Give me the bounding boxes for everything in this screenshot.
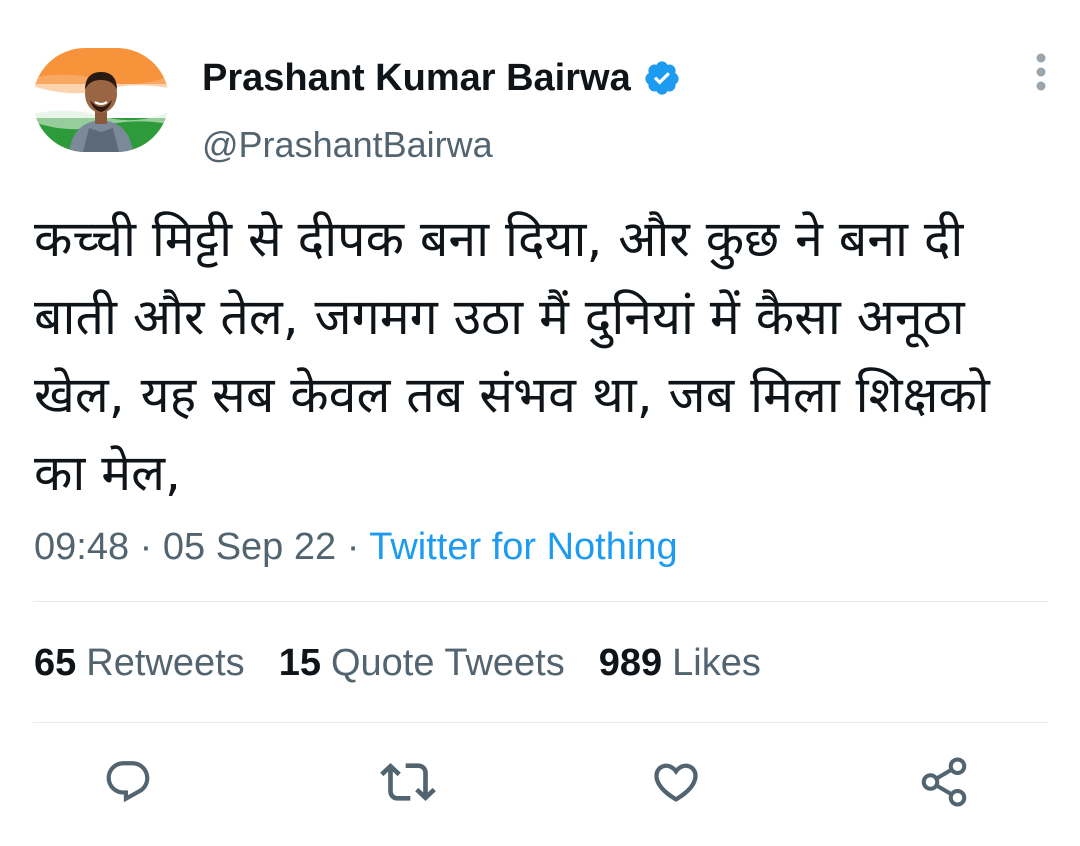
likes-count: 989 — [598, 642, 663, 684]
reply-icon — [106, 761, 150, 803]
retweet-icon — [380, 763, 436, 801]
likes-stat[interactable]: 989 Likes — [599, 642, 761, 685]
retweets-label: Retweets — [86, 642, 245, 684]
like-icon — [654, 763, 698, 802]
meta-separator: · — [129, 526, 163, 568]
retweets-stat[interactable]: 65 Retweets — [34, 642, 245, 685]
author-display-name[interactable]: Prashant Kumar Bairwa — [202, 57, 631, 100]
avatar-image — [33, 48, 169, 152]
share-button[interactable] — [914, 752, 974, 812]
tweet-text: कच्ची मिट्टी से दीपक बना दिया, और कुछ ने… — [34, 210, 1006, 502]
quote-tweets-label: Quote Tweets — [330, 642, 565, 684]
avatar[interactable] — [33, 48, 169, 152]
tweet-source-link[interactable]: Twitter for Nothing — [369, 526, 677, 568]
author-name-row[interactable]: Prashant Kumar Bairwa — [202, 54, 681, 102]
quote-tweets-stat[interactable]: 15 Quote Tweets — [279, 642, 565, 685]
retweet-button[interactable] — [378, 752, 438, 812]
share-icon — [921, 757, 967, 807]
tweet-time: 09:48 — [34, 526, 130, 568]
tweet-meta: 09:48 · 05 Sep 22 · Twitter for Nothing — [34, 526, 678, 569]
likes-label: Likes — [672, 642, 761, 684]
quote-tweets-count: 15 — [278, 642, 321, 684]
tweet-stats: 65 Retweets 15 Quote Tweets 989 Likes — [34, 642, 795, 685]
divider — [33, 601, 1048, 602]
tweet-date[interactable]: 05 Sep 22 — [163, 526, 336, 568]
divider — [33, 722, 1048, 723]
meta-separator: · — [336, 526, 370, 568]
author-handle[interactable]: @PrashantBairwa — [202, 124, 493, 166]
verified-badge-icon — [643, 59, 681, 97]
like-button[interactable] — [646, 752, 706, 812]
reply-button[interactable] — [98, 752, 158, 812]
retweets-count: 65 — [34, 642, 77, 684]
more-options-icon[interactable] — [1026, 50, 1056, 94]
